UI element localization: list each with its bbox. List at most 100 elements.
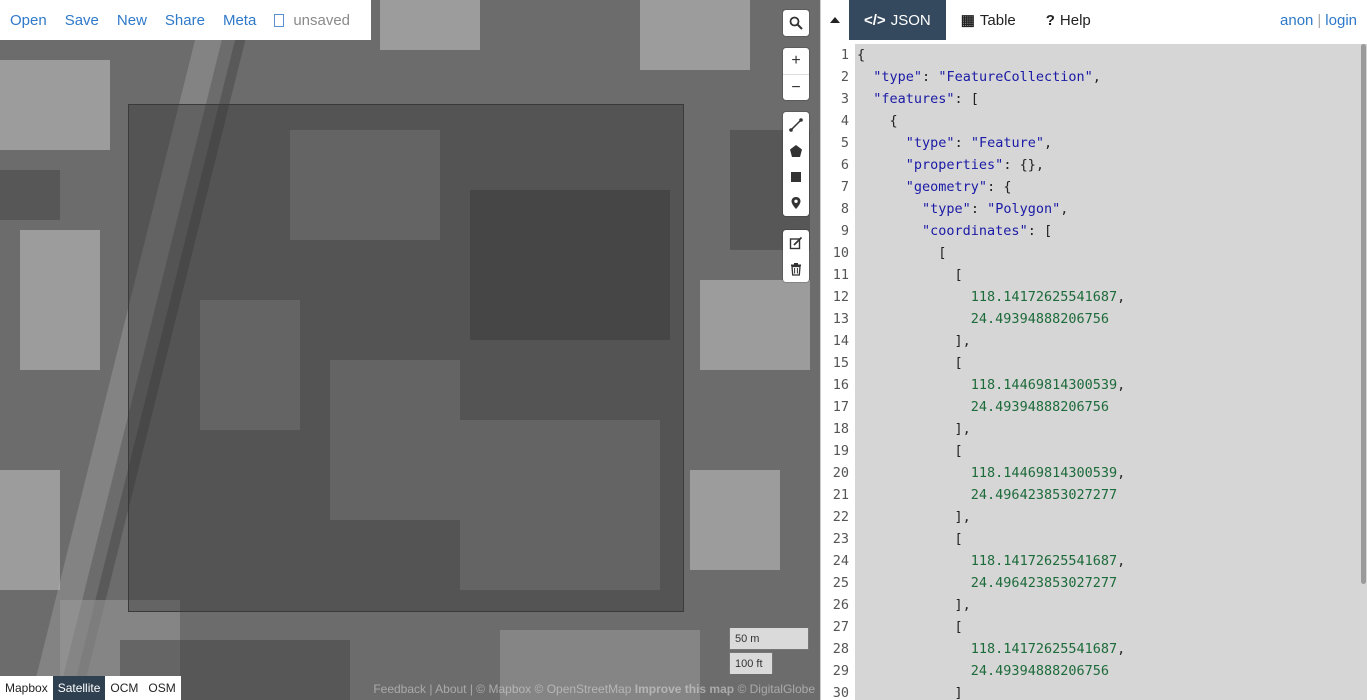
line-number: 8: [840, 201, 849, 217]
line-number: 1: [840, 47, 849, 63]
code-line: 118.14172625541687,: [970, 289, 1126, 305]
drawn-polygon[interactable]: [128, 104, 684, 612]
line-number: 16: [832, 377, 849, 393]
meta-button[interactable]: Meta: [223, 12, 256, 29]
mapbox-credit[interactable]: © Mapbox: [476, 682, 531, 696]
side-pane: </> JSON ▦ Table ? Help anon | login 1 {2…: [820, 0, 1367, 700]
file-status: unsaved: [274, 12, 350, 29]
line-number: 25: [832, 575, 849, 591]
tab-table[interactable]: ▦ Table: [946, 0, 1031, 40]
map-attribution: Feedback | About | © Mapbox © OpenStreet…: [373, 682, 815, 696]
code-line: "type": "Polygon",: [922, 201, 1069, 217]
line-number: 13: [832, 311, 849, 327]
tab-json-label: JSON: [890, 11, 931, 29]
code-line: "geometry": {: [905, 179, 1012, 195]
code-line: ],: [857, 597, 971, 613]
code-line: 118.14469814300539,: [970, 465, 1126, 481]
line-number: 26: [832, 597, 849, 613]
about-link[interactable]: About: [435, 682, 466, 696]
draw-line-button[interactable]: [783, 112, 809, 138]
auth-links: anon | login: [1280, 0, 1367, 40]
open-button[interactable]: Open: [10, 12, 47, 29]
code-line: [: [857, 267, 963, 283]
layer-ocm[interactable]: OCM: [105, 676, 143, 700]
pane-tabs: </> JSON ▦ Table ? Help anon | login: [821, 0, 1367, 40]
rectangle-icon: [791, 172, 801, 182]
line-number: 5: [840, 135, 849, 151]
line-number: 23: [832, 531, 849, 547]
line-number: 4: [840, 113, 849, 129]
line-number: 27: [832, 619, 849, 635]
code-line: 24.496423853027277: [970, 575, 1118, 591]
code-line: ]: [857, 685, 963, 700]
line-number: 18: [832, 421, 849, 437]
line-number: 21: [832, 487, 849, 503]
edit-icon: [789, 236, 803, 250]
layer-osm[interactable]: OSM: [143, 676, 180, 700]
editor-scrollbar[interactable]: [1361, 44, 1366, 584]
line-number: 28: [832, 641, 849, 657]
zoom-in-button[interactable]: +: [783, 48, 809, 74]
search-button[interactable]: [783, 10, 809, 36]
line-number: 20: [832, 465, 849, 481]
code-line: 118.14172625541687,: [970, 641, 1126, 657]
scale-metric: 50 m: [729, 628, 809, 650]
draw-polygon-button[interactable]: [783, 138, 809, 164]
line-number: 19: [832, 443, 849, 459]
code-line: 118.14172625541687,: [970, 553, 1126, 569]
line-number: 10: [832, 245, 849, 261]
auth-separator: |: [1317, 11, 1322, 29]
code-line: {: [857, 47, 866, 63]
code-line: ],: [857, 333, 971, 349]
code-line: "features": [: [873, 91, 979, 107]
line-number: 30: [832, 685, 849, 700]
line-number: 17: [832, 399, 849, 415]
line-number: 6: [840, 157, 849, 173]
marker-icon: [791, 197, 801, 209]
code-line: "coordinates": [: [922, 223, 1053, 239]
file-icon: [274, 13, 285, 27]
save-button[interactable]: Save: [65, 12, 99, 29]
new-button[interactable]: New: [117, 12, 147, 29]
line-number: 29: [832, 663, 849, 679]
collapse-pane-button[interactable]: [821, 0, 849, 40]
layer-mapbox[interactable]: Mapbox: [0, 676, 53, 700]
user-link[interactable]: anon: [1280, 12, 1313, 29]
json-editor[interactable]: 1 {2 "type": "FeatureCollection", 3 "featu…: [821, 44, 1367, 700]
code-line: ],: [857, 421, 971, 437]
code-line: [: [857, 443, 963, 459]
code-line: "type": "Feature",: [905, 135, 1053, 151]
line-number: 15: [832, 355, 849, 371]
code-line: [: [857, 531, 963, 547]
line-number: 22: [832, 509, 849, 525]
edit-layers-button[interactable]: [783, 230, 809, 256]
login-link[interactable]: login: [1325, 12, 1357, 29]
layer-switcher: Mapbox Satellite OCM OSM: [0, 676, 181, 700]
code-line: ],: [857, 509, 971, 525]
draw-rectangle-button[interactable]: [783, 164, 809, 190]
table-icon: ▦: [960, 12, 975, 29]
line-number: 9: [840, 223, 849, 239]
code-line: {: [857, 113, 898, 129]
search-icon: [789, 16, 803, 30]
feedback-link[interactable]: Feedback: [373, 682, 426, 696]
map-canvas[interactable]: Open Save New Share Meta unsaved + − 50 …: [0, 0, 820, 700]
share-button[interactable]: Share: [165, 12, 205, 29]
delete-layers-button[interactable]: [783, 256, 809, 282]
draw-marker-button[interactable]: [783, 190, 809, 216]
code-icon: </>: [864, 11, 886, 29]
code-line: [: [857, 619, 963, 635]
unsaved-label: unsaved: [293, 11, 351, 29]
osm-credit[interactable]: © OpenStreetMap: [535, 682, 632, 696]
tab-table-label: Table: [979, 11, 1016, 29]
scale-imperial: 100 ft: [729, 652, 773, 674]
code-line: 24.496423853027277: [970, 487, 1118, 503]
tab-json[interactable]: </> JSON: [849, 0, 946, 40]
improve-map-link[interactable]: Improve this map: [635, 682, 734, 696]
tab-help[interactable]: ? Help: [1031, 0, 1106, 40]
zoom-out-button[interactable]: −: [783, 74, 809, 100]
line-number: 12: [832, 289, 849, 305]
layer-satellite[interactable]: Satellite: [52, 676, 106, 700]
caret-up-icon: [830, 17, 840, 23]
digitalglobe-credit: © DigitalGlobe: [737, 682, 815, 696]
